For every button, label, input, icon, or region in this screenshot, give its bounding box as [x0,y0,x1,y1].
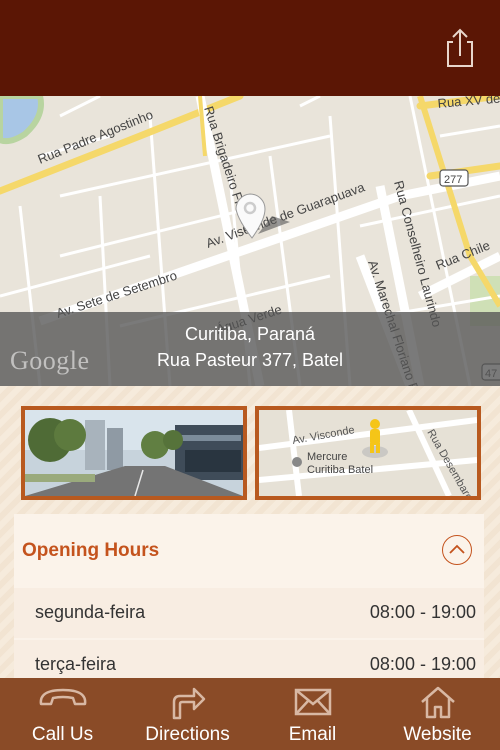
directions-label: Directions [145,724,230,745]
collapse-button[interactable] [442,535,472,565]
hours-row: segunda-feira 08:00 - 19:00 [14,588,484,638]
location-map[interactable]: Rua Padre Agostinho Rua Brigadeiro Franc… [0,96,500,386]
city-label: Curitiba, Paraná [184,324,316,344]
time-label: 08:00 - 19:00 [369,602,476,622]
content-area: Av. Visconde Rua Desembargador Mercure C… [0,386,500,690]
google-logo: Google [10,346,90,375]
share-icon [447,28,473,67]
opening-hours-card: Opening Hours segunda-feira 08:00 - 19:0… [14,514,484,690]
share-button[interactable] [442,26,478,70]
phone-icon [39,688,86,706]
home-icon [420,686,455,719]
street-view-image [25,410,243,496]
envelope-icon [294,688,331,716]
mini-map-poi-label: Mercure [307,451,347,463]
mini-map-image: Av. Visconde Rua Desembargador Mercure C… [259,410,477,496]
email-label: Email [288,724,337,745]
day-label: segunda-feira [35,602,146,622]
website-label: Website [403,724,472,745]
street-view-thumbnail[interactable] [21,406,247,500]
email-button[interactable]: Email [250,678,375,750]
bottom-nav: Call Us Directions Email Website [0,678,500,750]
call-us-button[interactable]: Call Us [0,678,125,750]
route-shield-label: 277 [444,174,462,186]
opening-hours-title: Opening Hours [22,540,160,561]
mini-map-poi-label: Curitiba Batel [307,464,373,476]
website-button[interactable]: Website [375,678,500,750]
directions-arrow-icon [172,687,205,720]
day-label: terça-feira [35,654,117,674]
top-bar [0,0,500,96]
directions-button[interactable]: Directions [125,678,250,750]
mini-map-thumbnail[interactable]: Av. Visconde Rua Desembargador Mercure C… [255,406,481,500]
call-us-label: Call Us [31,724,94,745]
chevron-up-icon [449,544,465,554]
time-label: 08:00 - 19:00 [369,654,476,674]
